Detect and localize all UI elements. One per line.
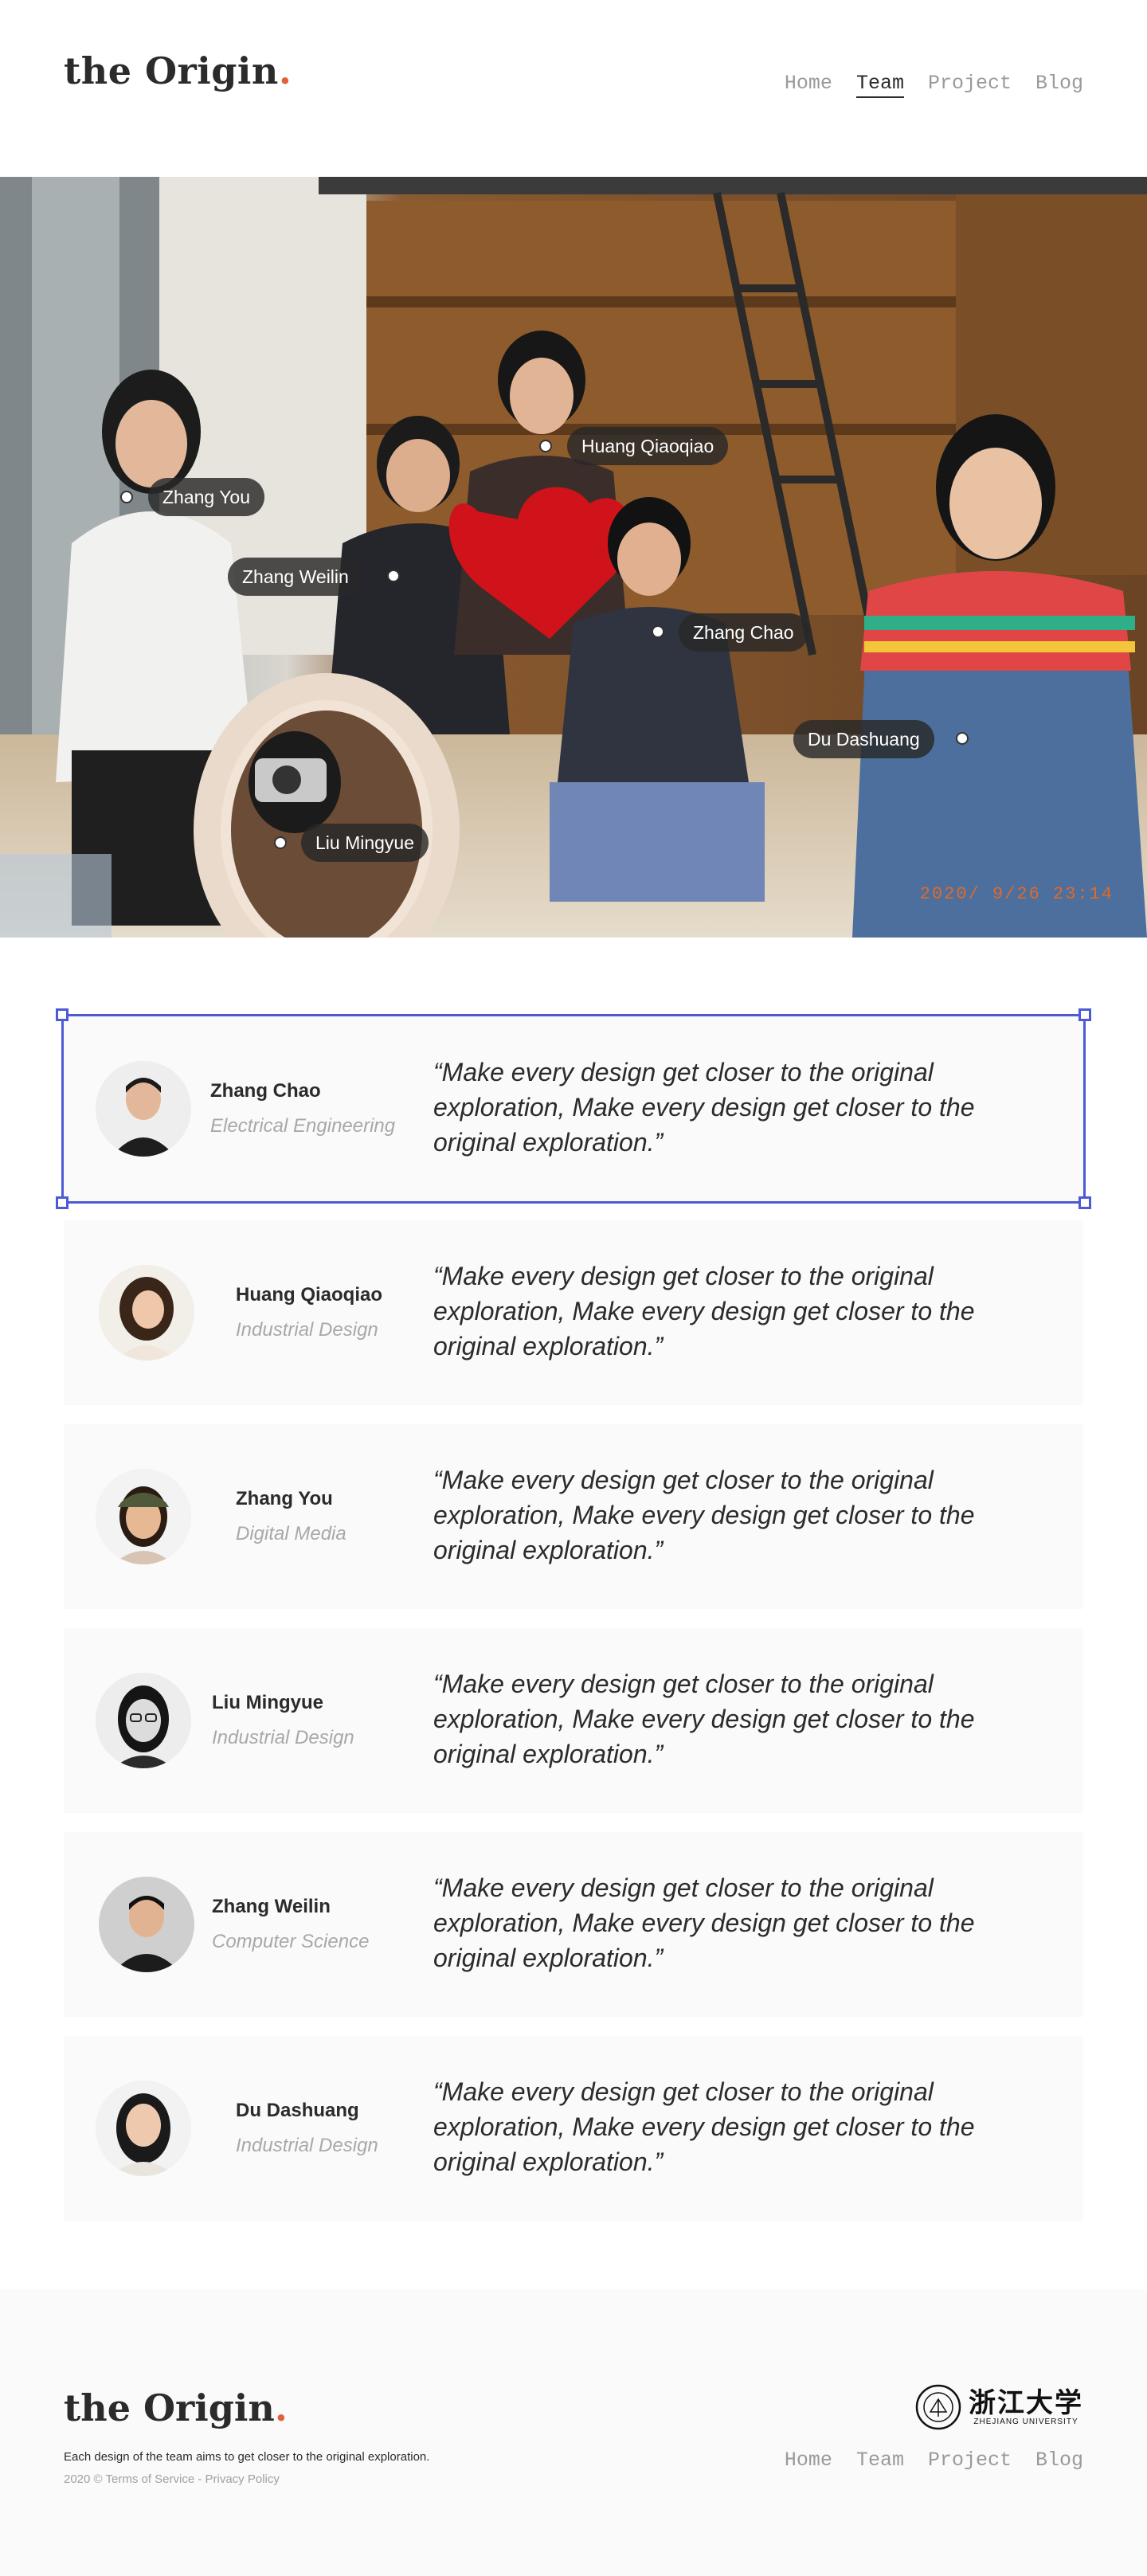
nav-team[interactable]: Team	[855, 72, 904, 98]
avatar	[99, 1265, 194, 1360]
member-major: Industrial Design	[236, 1319, 378, 1341]
team-photo: Huang Qiaoqiao Zhang You Zhang Weilin Zh…	[0, 177, 1147, 938]
footer-nav: Home Team Project Blog	[785, 2449, 1083, 2472]
logo-dot: .	[278, 49, 292, 92]
member-name: Zhang Weilin	[212, 1896, 331, 1917]
selection-handle[interactable]	[1078, 1196, 1091, 1209]
footer-nav-blog[interactable]: Blog	[1035, 2449, 1083, 2472]
member-name: Zhang Chao	[210, 1080, 321, 1102]
selection-handle[interactable]	[1078, 1008, 1091, 1021]
avatar	[96, 1673, 191, 1768]
site-logo[interactable]: the Origin.	[64, 49, 292, 92]
university-logo: 浙江大学 ZHEJIANG UNIVERSITY	[914, 2383, 1083, 2431]
footer-logo-text: the Origin	[64, 2386, 275, 2429]
university-name-en: ZHEJIANG UNIVERSITY	[973, 2417, 1078, 2426]
footer-logo-dot: .	[274, 2386, 288, 2429]
footer-logo[interactable]: the Origin.	[64, 2386, 288, 2429]
member-major: Electrical Engineering	[210, 1115, 396, 1137]
footer-nav-team[interactable]: Team	[856, 2449, 904, 2472]
university-seal-icon	[915, 2384, 961, 2430]
footer-nav-home[interactable]: Home	[785, 2449, 832, 2472]
tag-zhang-you[interactable]: Zhang You	[148, 478, 265, 516]
tag-pin-liu-mingyue[interactable]	[274, 836, 287, 849]
tag-pin-huang-qiaoqiao[interactable]	[539, 440, 552, 452]
tag-du-dashuang[interactable]: Du Dashuang	[793, 720, 934, 758]
footer-tagline: Each design of the team aims to get clos…	[64, 2450, 430, 2464]
member-major: Industrial Design	[236, 2135, 378, 2156]
avatar	[96, 1061, 191, 1157]
site-header: the Origin. Home Team Project Blog	[0, 0, 1147, 177]
logo-text: the Origin	[64, 49, 279, 92]
team-photo-image	[0, 177, 1147, 938]
member-quote: “Make every design get closer to the ori…	[433, 1670, 975, 1768]
photo-timestamp: 2020/ 9/26 23:14	[919, 884, 1114, 904]
member-name: Huang Qiaoqiao	[236, 1284, 383, 1306]
team-card-liu-mingyue[interactable]: Liu Mingyue Industrial Design “Make ever…	[64, 1628, 1083, 1813]
tag-pin-zhang-you[interactable]	[120, 491, 133, 503]
member-quote: “Make every design get closer to the ori…	[433, 1058, 975, 1157]
nav-project[interactable]: Project	[928, 72, 1012, 98]
main-nav: Home Team Project Blog	[785, 72, 1083, 98]
avatar	[96, 2081, 191, 2176]
selection-handle[interactable]	[56, 1008, 69, 1021]
tag-zhang-weilin[interactable]: Zhang Weilin	[228, 558, 363, 596]
tag-liu-mingyue[interactable]: Liu Mingyue	[301, 824, 429, 862]
member-quote: “Make every design get closer to the ori…	[433, 1466, 975, 1564]
member-name: Zhang You	[236, 1488, 333, 1509]
team-card-zhang-chao[interactable]: Zhang Chao Electrical Engineering “Make …	[56, 1008, 1091, 1209]
member-quote: “Make every design get closer to the ori…	[433, 1262, 975, 1360]
team-card-zhang-weilin[interactable]: Zhang Weilin Computer Science “Make ever…	[64, 1832, 1083, 2017]
tag-zhang-chao[interactable]: Zhang Chao	[679, 613, 808, 652]
avatar	[99, 1877, 194, 1972]
university-name: 浙江大学 ZHEJIANG UNIVERSITY	[969, 2389, 1083, 2426]
member-quote: “Make every design get closer to the ori…	[433, 2077, 975, 2176]
footer-nav-project[interactable]: Project	[928, 2449, 1012, 2472]
site-footer: the Origin. Each design of the team aims…	[0, 2289, 1147, 2576]
tag-huang-qiaoqiao[interactable]: Huang Qiaoqiao	[567, 427, 729, 465]
footer-copyright: 2020 © Terms of Service - Privacy Policy	[64, 2472, 280, 2486]
member-name: Liu Mingyue	[212, 1692, 323, 1713]
member-major: Digital Media	[236, 1523, 346, 1544]
team-card-huang-qiaoqiao[interactable]: Huang Qiaoqiao Industrial Design “Make e…	[64, 1220, 1083, 1405]
member-major: Computer Science	[212, 1931, 370, 1952]
avatar	[96, 1469, 191, 1564]
team-card-du-dashuang[interactable]: Du Dashuang Industrial Design “Make ever…	[64, 2036, 1083, 2221]
member-quote: “Make every design get closer to the ori…	[433, 1873, 975, 1972]
team-card-zhang-you[interactable]: Zhang You Digital Media “Make every desi…	[64, 1424, 1083, 1609]
member-name: Du Dashuang	[236, 2100, 359, 2121]
tag-pin-zhang-weilin[interactable]	[387, 570, 400, 582]
member-major: Industrial Design	[212, 1727, 354, 1748]
selection-handle[interactable]	[56, 1196, 69, 1209]
nav-blog[interactable]: Blog	[1035, 72, 1083, 98]
tag-pin-du-dashuang[interactable]	[956, 732, 969, 745]
tag-pin-zhang-chao[interactable]	[652, 625, 664, 638]
university-name-cn: 浙江大学	[969, 2386, 1083, 2419]
nav-home[interactable]: Home	[785, 72, 832, 98]
